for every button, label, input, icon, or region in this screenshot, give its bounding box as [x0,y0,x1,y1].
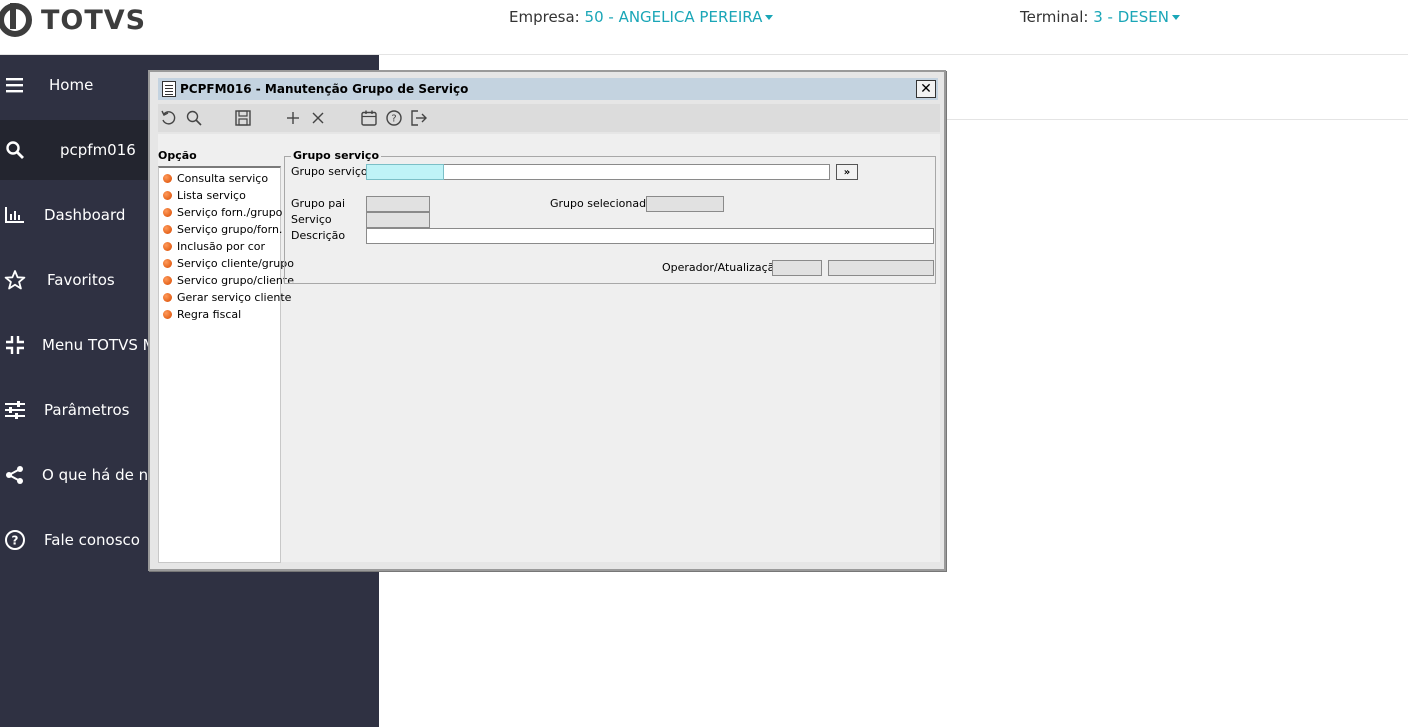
company-value: 50 - ANGELICA PEREIRA [584,8,763,26]
window-titlebar[interactable]: PCPFM016 - Manutenção Grupo de Serviço ✕ [158,78,938,100]
window-body: Opção Consulta serviço Lista serviço Ser… [158,134,940,563]
grupo-servico-input[interactable] [366,164,444,180]
operador-field [772,260,822,276]
sidebar-item-label: Fale conosco [44,531,140,549]
compress-icon [4,334,26,356]
svg-text:?: ? [12,534,19,548]
company-label: Empresa: [509,8,580,26]
bullet-icon [163,241,172,251]
bullet-icon [163,309,172,319]
grupo-selecionado-label: Grupo selecionado [550,197,653,210]
grupo-servico-description [444,164,830,180]
company-selector[interactable]: Empresa: 50 - ANGELICA PEREIRA [509,8,774,26]
help-circle-icon: ? [4,529,26,551]
sidebar-item-label: Home [49,76,94,94]
grupo-servico-label: Grupo serviço [291,165,368,178]
sidebar-item-label: Dashboard [44,206,126,224]
bullet-icon [163,258,172,268]
option-label: Consulta serviço [177,171,269,185]
terminal-value: 3 - DESEN [1093,8,1169,26]
atualizacao-field [828,260,934,276]
servico-field [366,212,430,228]
options-title: Opção [158,149,197,162]
terminal-label: Terminal: [1020,8,1089,26]
grupo-selecionado-field [646,196,724,212]
program-window: PCPFM016 - Manutenção Grupo de Serviço ✕… [148,70,946,571]
servico-label: Serviço [291,213,332,226]
options-list: Consulta serviço Lista serviço Serviço f… [158,166,294,563]
bullet-icon [163,207,172,217]
chevron-down-icon [1171,15,1180,20]
delete-icon[interactable] [309,109,327,127]
sliders-icon [4,399,26,421]
option-label: Servico grupo/cliente [177,273,294,287]
option-regra-fiscal[interactable]: Regra fiscal [163,306,241,322]
exit-icon[interactable] [410,109,428,127]
search-icon [4,139,26,161]
grupo-pai-field [366,196,430,212]
option-servico-grupo-forn[interactable]: Serviço grupo/forn. [163,221,282,237]
option-label: Regra fiscal [177,307,242,321]
star-icon [4,269,26,291]
option-inclusao-por-cor[interactable]: Inclusão por cor [163,238,265,254]
window-title: PCPFM016 - Manutenção Grupo de Serviço [180,82,469,96]
operador-atualizacao-label: Operador/Atualização [662,261,782,274]
bullet-icon [163,224,172,234]
lookup-button[interactable]: » [836,164,858,180]
sidebar-search-value: pcpfm016 [60,141,136,159]
search-icon[interactable] [185,109,203,127]
logo-text: TOTVS [41,4,147,36]
descricao-label: Descrição [291,229,346,242]
groupbox-legend: Grupo serviço [291,149,381,162]
undo-icon[interactable] [160,109,178,127]
sidebar-item-label: Menu TOTVS M [42,336,156,354]
bullet-icon [163,173,172,183]
close-button[interactable]: ✕ [916,80,936,98]
sidebar-item-label: Parâmetros [44,401,130,419]
add-icon[interactable] [284,109,302,127]
option-label: Inclusão por cor [177,239,266,253]
chevron-down-icon [765,15,774,20]
save-icon[interactable] [234,109,252,127]
calendar-icon[interactable] [360,109,378,127]
totvs-logo-icon [0,3,32,37]
option-label: Serviço grupo/forn. [177,222,283,236]
bullet-icon [163,275,172,285]
option-lista-servico[interactable]: Lista serviço [163,187,246,203]
top-header: TOTVS Empresa: 50 - ANGELICA PEREIRA Ter… [0,0,1408,55]
option-servico-forn-grupo[interactable]: Serviço forn./grupo [163,204,282,220]
option-label: Gerar serviço cliente [177,290,292,304]
option-servico-grupo-cliente[interactable]: Servico grupo/cliente [163,272,294,288]
descricao-input[interactable] [366,228,934,244]
option-label: Lista serviço [177,188,246,202]
option-consulta-servico[interactable]: Consulta serviço [163,170,268,186]
sidebar-item-label: Favoritos [47,271,115,289]
menu-icon [4,74,26,96]
help-icon[interactable]: ? [385,109,403,127]
bullet-icon [163,292,172,302]
window-toolbar: ? [158,104,940,132]
totvs-logo[interactable]: TOTVS [0,0,146,40]
option-servico-cliente-grupo[interactable]: Serviço cliente/grupo [163,255,294,271]
sidebar-item-label: O que há de no [42,466,158,484]
bullet-icon [163,190,172,200]
option-gerar-servico-cliente[interactable]: Gerar serviço cliente [163,289,291,305]
share-icon [4,464,26,486]
bar-chart-icon [4,204,26,226]
svg-text:?: ? [391,114,396,125]
option-label: Serviço cliente/grupo [177,256,294,270]
document-icon [162,81,176,97]
option-label: Serviço forn./grupo [177,205,283,219]
grupo-pai-label: Grupo pai [291,197,346,210]
terminal-selector[interactable]: Terminal: 3 - DESEN [1020,8,1180,26]
